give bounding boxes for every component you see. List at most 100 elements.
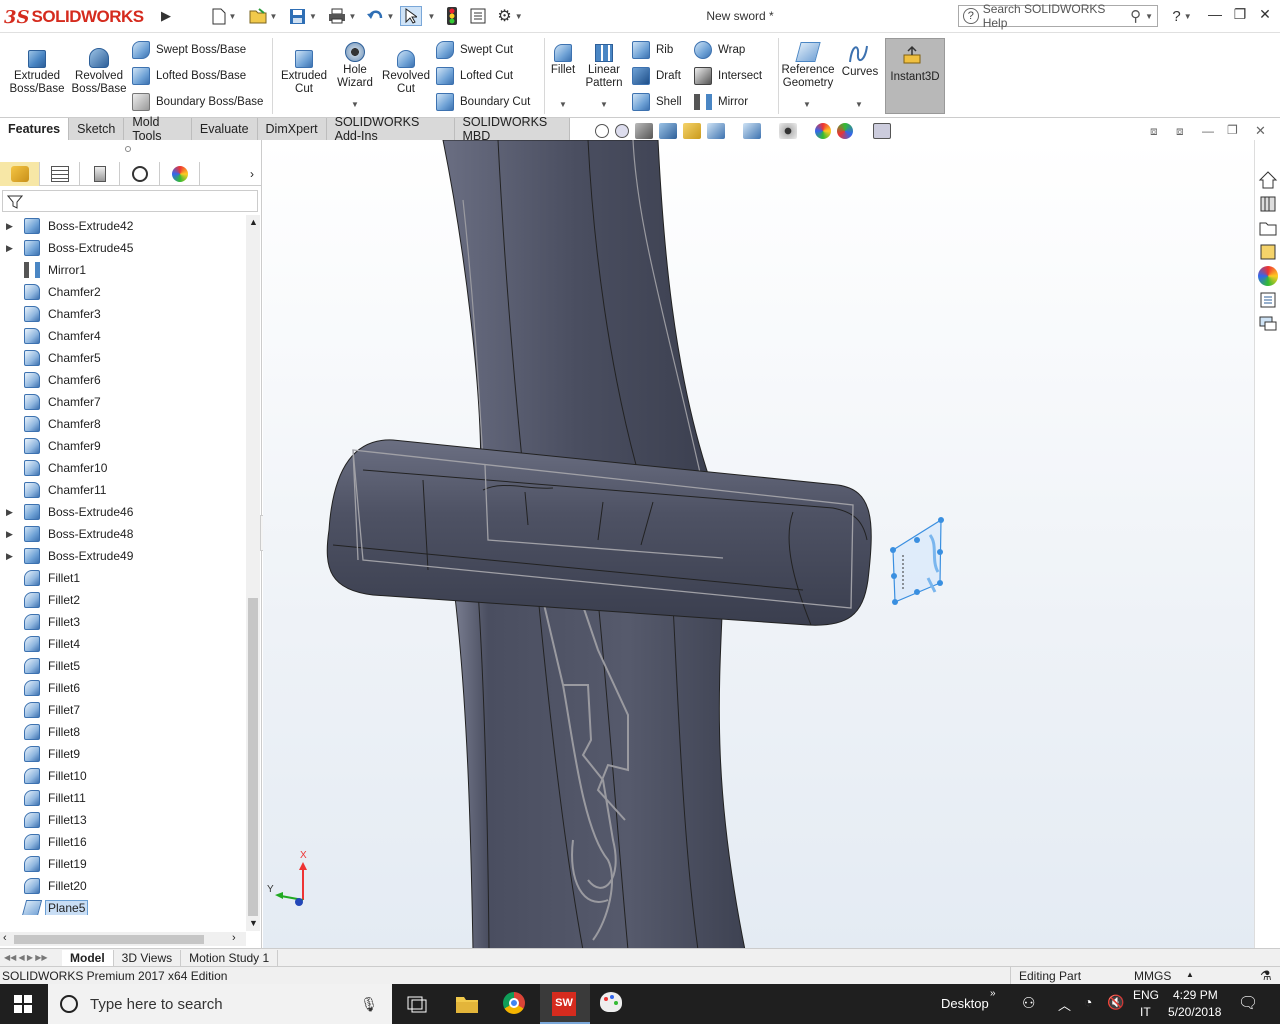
tab-sketch[interactable]: Sketch bbox=[69, 118, 125, 140]
file-explorer-taskbar-icon[interactable] bbox=[454, 992, 480, 1016]
undo-button[interactable]: ▼ bbox=[362, 6, 398, 26]
tree-item-chamfer4[interactable]: Chamfer4 bbox=[0, 325, 246, 347]
linear-pattern-button[interactable]: Linear Pattern bbox=[582, 42, 626, 90]
revolved-cut-button[interactable]: Revolved Cut bbox=[380, 42, 432, 96]
hole-wizard-button[interactable]: Hole Wizard bbox=[332, 36, 378, 90]
task-view-icon[interactable] bbox=[404, 992, 430, 1016]
language-top[interactable]: ENG bbox=[1133, 988, 1159, 1002]
viewport-close-icon[interactable]: ✕ bbox=[1255, 123, 1266, 139]
tree-horizontal-scroll-thumb[interactable] bbox=[14, 935, 204, 944]
draft-button[interactable]: Draft bbox=[632, 66, 681, 86]
expand-arrow-icon[interactable]: ▶ bbox=[6, 551, 13, 562]
forum-icon[interactable] bbox=[1258, 314, 1278, 334]
expand-arrow-icon[interactable]: ▶ bbox=[6, 529, 13, 540]
tab-motion-study-1[interactable]: Motion Study 1 bbox=[181, 949, 279, 966]
taskbar-search-input[interactable]: Type here to search 🎙 bbox=[48, 984, 392, 1024]
boundary-cut-button[interactable]: Boundary Cut bbox=[436, 92, 530, 112]
file-properties-button[interactable] bbox=[468, 6, 488, 26]
options-button[interactable]: ⚙ ▼ bbox=[494, 6, 526, 26]
tree-item-chamfer2[interactable]: Chamfer2 bbox=[0, 281, 246, 303]
display-manager-tab[interactable] bbox=[160, 161, 200, 186]
file-explorer-icon[interactable] bbox=[1258, 218, 1278, 238]
lofted-cut-button[interactable]: Lofted Cut bbox=[436, 66, 513, 86]
graphics-area[interactable]: X Y bbox=[263, 140, 1254, 950]
tree-item-fillet19[interactable]: Fillet19 bbox=[0, 853, 246, 875]
help-search-input[interactable]: ? Search SOLIDWORKS Help ⚲ ▼ bbox=[958, 2, 1158, 30]
solidworks-resources-home-icon[interactable] bbox=[1258, 170, 1278, 190]
custom-properties-icon[interactable] bbox=[1258, 290, 1278, 310]
scroll-right-arrow-icon[interactable]: › bbox=[232, 932, 236, 944]
tree-item-fillet9[interactable]: Fillet9 bbox=[0, 743, 246, 765]
display-style-icon[interactable] bbox=[743, 123, 761, 139]
fillet-button[interactable]: Fillet bbox=[546, 42, 580, 77]
boundary-boss-button[interactable]: Boundary Boss/Base bbox=[132, 92, 263, 112]
tab-mold-tools[interactable]: Mold Tools bbox=[124, 115, 192, 143]
tree-item-fillet16[interactable]: Fillet16 bbox=[0, 831, 246, 853]
menu-expand-icon[interactable]: ▶ bbox=[160, 6, 172, 26]
desktop-toolbar-label[interactable]: Desktop bbox=[941, 996, 989, 1011]
tree-item-chamfer7[interactable]: Chamfer7 bbox=[0, 391, 246, 413]
expand-arrow-icon[interactable]: ▶ bbox=[6, 221, 13, 232]
intersect-button[interactable]: Intersect bbox=[694, 66, 762, 86]
curves-button[interactable]: Curves bbox=[838, 42, 882, 79]
shell-button[interactable]: Shell bbox=[632, 92, 682, 112]
scroll-up-arrow-icon[interactable]: ▲ bbox=[249, 217, 258, 227]
tree-filter-input[interactable] bbox=[2, 190, 258, 212]
feature-manager-tab[interactable] bbox=[0, 161, 40, 186]
hole-wizard-caret[interactable]: ▼ bbox=[351, 100, 359, 109]
tree-item-chamfer10[interactable]: Chamfer10 bbox=[0, 457, 246, 479]
minimize-button[interactable]: — bbox=[1203, 6, 1227, 26]
extruded-cut-button[interactable]: Extruded Cut bbox=[278, 42, 330, 96]
tree-item-chamfer9[interactable]: Chamfer9 bbox=[0, 435, 246, 457]
units-caret-icon[interactable]: ▲ bbox=[1186, 970, 1194, 979]
tree-item-mirror1[interactable]: Mirror1 bbox=[0, 259, 246, 281]
tree-item-fillet1[interactable]: Fillet1 bbox=[0, 567, 246, 589]
rebuild-button[interactable] bbox=[444, 6, 460, 26]
print-button[interactable]: ▼ bbox=[324, 6, 360, 26]
open-button[interactable]: ▼ bbox=[245, 6, 281, 26]
tab-model[interactable]: Model bbox=[62, 949, 114, 966]
swept-cut-button[interactable]: Swept Cut bbox=[436, 40, 513, 60]
tree-item-fillet2[interactable]: Fillet2 bbox=[0, 589, 246, 611]
chrome-icon[interactable] bbox=[503, 992, 529, 1016]
viewport-tile-right-icon[interactable]: ⧈ bbox=[1176, 124, 1184, 139]
tree-item-fillet10[interactable]: Fillet10 bbox=[0, 765, 246, 787]
microphone-icon[interactable]: 🎙 bbox=[360, 996, 378, 1013]
previous-view-icon[interactable] bbox=[635, 123, 653, 139]
mirror-button[interactable]: Mirror bbox=[694, 92, 748, 112]
viewport-minimize-icon[interactable]: — bbox=[1202, 124, 1214, 138]
extruded-boss-button[interactable]: Extruded Boss/Base bbox=[8, 42, 66, 96]
dynamic-annotation-icon[interactable] bbox=[683, 123, 701, 139]
edit-appearance-icon[interactable] bbox=[815, 123, 831, 139]
restore-button[interactable]: ❐ bbox=[1228, 6, 1252, 26]
instant3d-button[interactable]: Instant3D bbox=[885, 38, 945, 114]
tree-item-plane5[interactable]: Plane5 bbox=[0, 897, 246, 915]
network-wifi-icon[interactable]: ◔ bbox=[1084, 994, 1092, 1010]
clock-date[interactable]: 5/20/2018 bbox=[1168, 1005, 1221, 1019]
action-center-icon[interactable]: 🗨 bbox=[1238, 993, 1258, 1013]
tree-item-fillet8[interactable]: Fillet8 bbox=[0, 721, 246, 743]
fillet-caret[interactable]: ▼ bbox=[559, 100, 567, 109]
tree-item-boss-extrude48[interactable]: ▶ Boss-Extrude48 bbox=[0, 523, 246, 545]
tree-item-chamfer8[interactable]: Chamfer8 bbox=[0, 413, 246, 435]
zoom-to-area-icon[interactable] bbox=[615, 124, 629, 138]
people-icon[interactable]: ⚇ bbox=[1022, 994, 1035, 1012]
tree-item-boss-extrude49[interactable]: ▶ Boss-Extrude49 bbox=[0, 545, 246, 567]
tab-3d-views[interactable]: 3D Views bbox=[114, 949, 182, 966]
magnifier-icon[interactable]: ⚲ bbox=[1130, 7, 1141, 25]
show-hidden-icons-chevron[interactable]: ︿ bbox=[1058, 995, 1071, 1014]
view-palette-icon[interactable] bbox=[1258, 242, 1278, 262]
tree-item-chamfer6[interactable]: Chamfer6 bbox=[0, 369, 246, 391]
tree-item-fillet20[interactable]: Fillet20 bbox=[0, 875, 246, 897]
expand-arrow-icon[interactable]: ▶ bbox=[6, 507, 13, 518]
help-button[interactable]: ? ▼ bbox=[1168, 6, 1196, 26]
sword-model[interactable] bbox=[263, 140, 1254, 950]
tree-item-chamfer5[interactable]: Chamfer5 bbox=[0, 347, 246, 369]
desktop-expand-icon[interactable]: » bbox=[990, 988, 996, 999]
panel-splitter-handle[interactable] bbox=[125, 146, 131, 152]
tab-solidworks-mbd[interactable]: SOLIDWORKS MBD bbox=[455, 115, 570, 143]
more-tabs-chevron-icon[interactable]: › bbox=[250, 167, 254, 181]
clock-time[interactable]: 4:29 PM bbox=[1173, 988, 1218, 1002]
tree-item-boss-extrude46[interactable]: ▶ Boss-Extrude46 bbox=[0, 501, 246, 523]
tab-evaluate[interactable]: Evaluate bbox=[192, 118, 258, 140]
